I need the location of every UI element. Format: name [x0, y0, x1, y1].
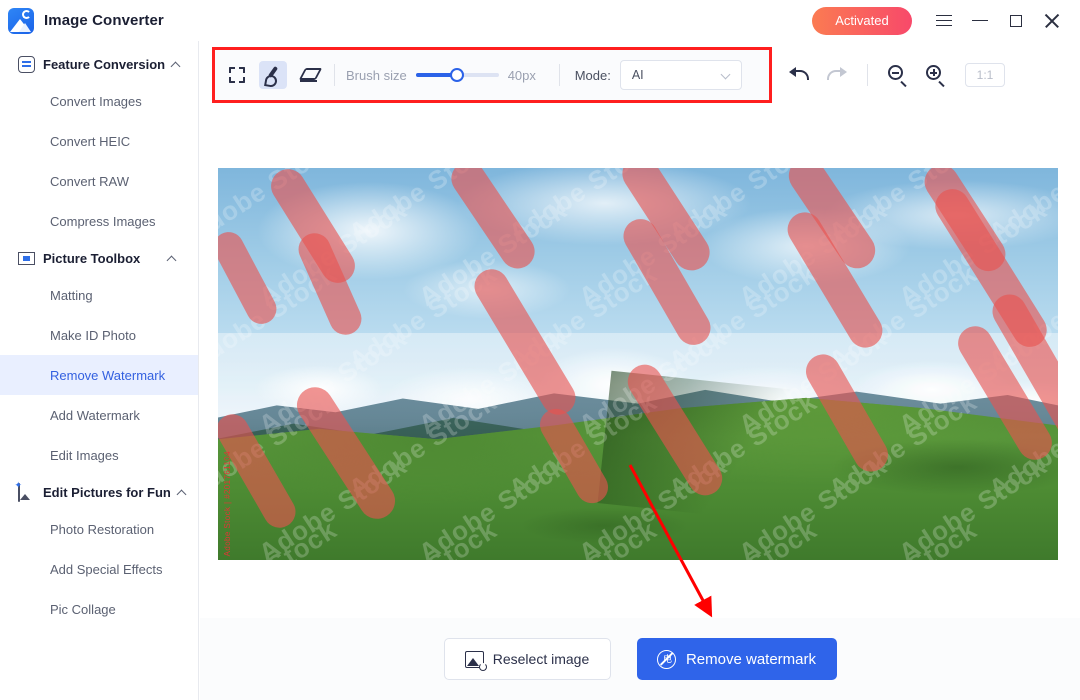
hamburger-menu-icon[interactable]	[926, 0, 962, 41]
redo-arrow-icon[interactable]	[822, 60, 852, 90]
zoom-out-icon[interactable]	[883, 60, 913, 90]
chevron-up-icon	[177, 488, 186, 497]
undo-arrow-icon[interactable]	[784, 60, 814, 90]
image-converter-window: Image Converter Activated Feature Conver…	[0, 0, 1080, 700]
mode-selected-value: AI	[631, 68, 644, 82]
sidebar-item-matting[interactable]: Matting	[0, 275, 198, 315]
chevron-down-icon	[721, 71, 730, 80]
title-bar: Image Converter Activated	[0, 0, 1080, 41]
toolbar-divider	[558, 64, 560, 86]
mode-label: Mode:	[574, 67, 611, 83]
brush-size-label: Brush size	[346, 67, 407, 83]
sidebar-item-convert-images[interactable]: Convert Images	[0, 81, 198, 121]
image-canvas[interactable]: Adobe Stock Adobe Stock Adobe Stock Adobe S…	[218, 110, 1058, 618]
sidebar-group-edit-pictures-for-fun[interactable]: ✦ Edit Pictures for Fun	[0, 475, 198, 509]
sidebar-group-label: Edit Pictures for Fun	[43, 484, 171, 500]
meadow-shadow	[597, 370, 796, 523]
activated-badge[interactable]: Activated	[812, 6, 912, 35]
sidebar-group-picture-toolbox[interactable]: Picture Toolbox	[0, 241, 198, 275]
sidebar: Feature Conversion Convert Images Conver…	[0, 41, 199, 700]
reselect-image-button[interactable]: Reselect image	[443, 638, 611, 680]
sidebar-item-photo-restoration[interactable]: Photo Restoration	[0, 509, 198, 549]
toolbox-icon	[18, 250, 35, 267]
sidebar-item-add-special-effects[interactable]: Add Special Effects	[0, 549, 198, 589]
no-watermark-icon: 电	[656, 649, 676, 669]
maximize-icon[interactable]	[998, 0, 1034, 41]
sidebar-item-pic-collage[interactable]: Pic Collage	[0, 589, 198, 629]
toolbar-divider	[334, 64, 335, 86]
sidebar-group-label: Picture Toolbox	[43, 250, 141, 266]
remove-watermark-label: Remove watermark	[685, 650, 817, 668]
picture-refresh-icon	[464, 650, 487, 671]
window-controls: Activated	[812, 0, 1080, 41]
close-icon[interactable]	[1034, 0, 1070, 41]
mode-select[interactable]: AI	[619, 60, 742, 90]
action-bar: Reselect image 电 Remove watermark	[200, 618, 1080, 700]
app-title: Image Converter	[44, 12, 164, 29]
sidebar-item-make-id-photo[interactable]: Make ID Photo	[0, 315, 198, 355]
sidebar-group-feature-conversion[interactable]: Feature Conversion	[0, 47, 198, 81]
toolbar-actions: 1:1	[780, 47, 1005, 103]
landscape-photo[interactable]: Adobe Stock Adobe Stock Adobe Stock Adobe S…	[218, 168, 1058, 560]
zoom-in-icon[interactable]	[921, 60, 951, 90]
chevron-up-icon	[167, 254, 176, 263]
sidebar-item-compress-images[interactable]: Compress Images	[0, 201, 198, 241]
image-refresh-logo	[8, 7, 34, 34]
sidebar-item-convert-raw[interactable]: Convert RAW	[0, 161, 198, 201]
embedded-watermark-label: Adobe Stock | #201761104	[223, 450, 232, 556]
edit-toolbar: Brush size 40px Mode: AI	[212, 47, 772, 103]
brush-size-slider[interactable]	[415, 66, 499, 84]
sidebar-item-edit-images[interactable]: Edit Images	[0, 435, 198, 475]
marquee-select-tool[interactable]	[223, 61, 251, 89]
sidebar-item-remove-watermark[interactable]: Remove Watermark	[0, 355, 198, 395]
reselect-image-label: Reselect image	[492, 651, 590, 667]
zoom-ratio-button[interactable]: 1:1	[965, 63, 1005, 87]
sidebar-item-add-watermark[interactable]: Add Watermark	[0, 395, 198, 435]
sidebar-group-label: Feature Conversion	[43, 56, 166, 72]
sidebar-item-convert-heic[interactable]: Convert HEIC	[0, 121, 198, 161]
remove-watermark-button[interactable]: 电 Remove watermark	[636, 638, 837, 680]
toolbar-divider	[867, 64, 868, 86]
conversion-icon	[18, 55, 35, 73]
eraser-tool[interactable]	[295, 61, 323, 89]
minimize-icon[interactable]	[962, 0, 998, 41]
fun-picture-icon: ✦	[14, 480, 35, 502]
brush-size-value: 40px	[507, 67, 536, 83]
brush-tool[interactable]	[259, 61, 287, 89]
chevron-up-icon	[171, 60, 180, 69]
